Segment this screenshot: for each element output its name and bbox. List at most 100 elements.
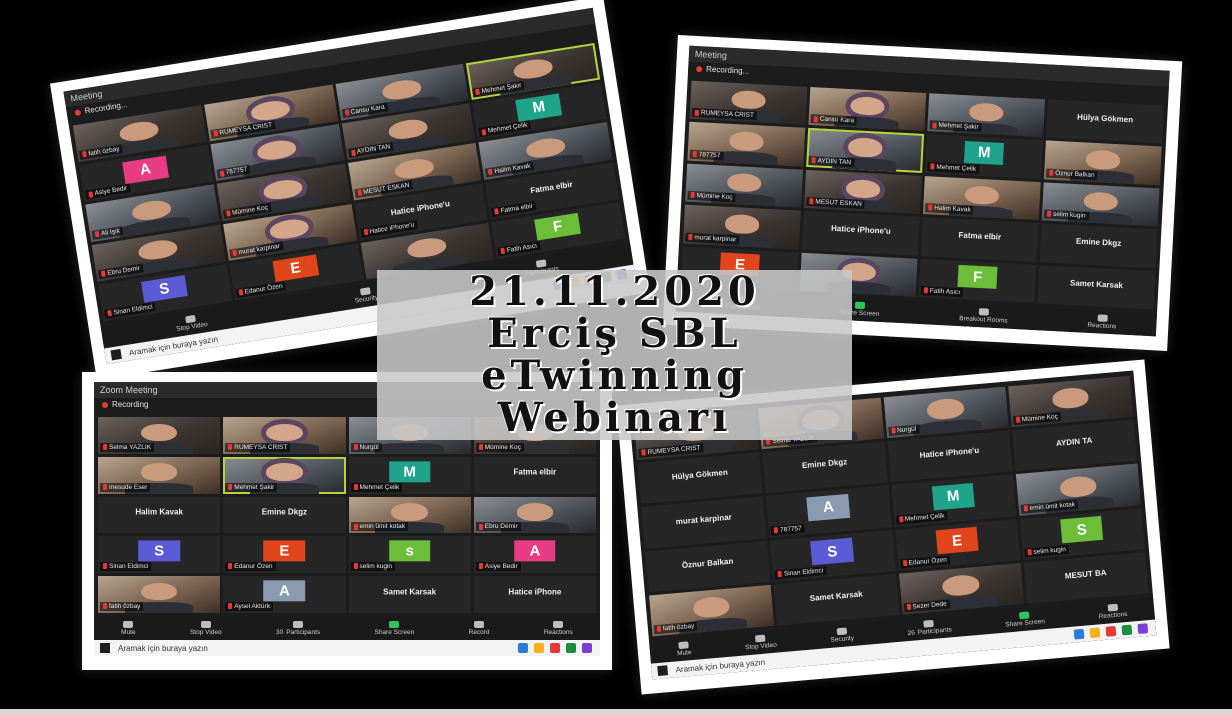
windows-start-icon[interactable] xyxy=(100,643,110,653)
windows-start-icon[interactable] xyxy=(657,665,669,677)
stop-video-button[interactable]: Stop Video xyxy=(190,621,222,637)
participant-name: Halim Kavak xyxy=(934,204,971,214)
taskbar-app-icon[interactable] xyxy=(1105,625,1117,637)
participant-tile[interactable]: murat karpinar xyxy=(641,496,767,549)
participant-tile[interactable]: S Sinan Eldimci xyxy=(769,529,896,582)
participant-center-name: MESUT BA xyxy=(1064,568,1107,581)
participant-tile[interactable]: F Fatih Asıcı xyxy=(918,258,1037,304)
reactions-icon xyxy=(1107,603,1118,612)
participant-tile[interactable]: Mümine Koç xyxy=(1007,375,1134,428)
participant-tile[interactable]: Selma YAZLIK xyxy=(98,417,221,454)
participant-tile[interactable]: M Mehmet Çelik xyxy=(925,134,1043,179)
toolbar-label: Security xyxy=(830,634,855,644)
participant-tile[interactable]: 787757 xyxy=(687,122,806,167)
participant-tile[interactable]: s selim kugin xyxy=(348,536,471,574)
participant-tile[interactable]: Hatice iPhone xyxy=(473,576,596,613)
participant-tile[interactable]: MESUT ESKAN xyxy=(804,169,922,215)
participant-tile[interactable]: fatih özbay xyxy=(649,584,775,637)
taskbar-app-icon[interactable] xyxy=(534,643,544,653)
participant-tile[interactable]: M Mehmet Çelik xyxy=(890,474,1017,527)
participant-tile[interactable]: Halim Kavak xyxy=(922,175,1041,221)
participant-tile[interactable]: Halim Kavak xyxy=(98,496,221,534)
participant-name-tag: Mehmet Şakir xyxy=(225,482,278,492)
participant-tile[interactable]: Cansu Kara xyxy=(808,86,927,132)
participant-video-face xyxy=(1085,149,1121,171)
record-button[interactable]: Record xyxy=(469,621,490,637)
participants-button[interactable]: 30 Participants xyxy=(276,621,320,637)
mute-button[interactable]: Mute xyxy=(676,641,692,658)
participant-tile[interactable]: Sselim kugin xyxy=(1019,507,1145,560)
reactions-button[interactable]: Reactions xyxy=(544,621,573,637)
participant-tile[interactable]: Fatma elbir xyxy=(473,456,596,494)
participant-tile[interactable]: Emine Dkgz xyxy=(1039,223,1158,268)
participant-tile[interactable]: Samet Karsak xyxy=(1037,264,1156,310)
participant-tile[interactable]: murat karpinar xyxy=(683,204,801,250)
muted-mic-icon xyxy=(107,310,113,317)
reactions-button[interactable]: Reactions xyxy=(1098,603,1128,621)
participant-name: Mehmet Şakir xyxy=(234,483,275,491)
share-screen-button[interactable]: Share Screen xyxy=(374,621,414,637)
participant-tile[interactable]: mesude Eser xyxy=(98,456,221,494)
participant-tile[interactable]: Fatma elbir xyxy=(920,217,1039,262)
taskbar-app-icon[interactable] xyxy=(1089,627,1101,639)
participant-tile[interactable]: emin ümit kotak xyxy=(1015,463,1142,516)
participant-tile[interactable]: Hülya Gökmen xyxy=(637,452,763,505)
windows-start-icon[interactable] xyxy=(110,348,122,361)
participant-tile[interactable]: emin ümit kotak xyxy=(348,496,471,534)
participant-tile[interactable]: A Aysel Aktürk xyxy=(223,576,346,613)
taskbar-search-box[interactable]: Aramak için buraya yazın xyxy=(675,657,765,674)
mute-button[interactable]: Mute xyxy=(121,621,136,637)
participant-tile[interactable]: A Asiye Bedir xyxy=(473,536,596,574)
taskbar-app-icon[interactable] xyxy=(1121,624,1133,636)
toolbar-label: Record xyxy=(468,629,490,636)
participant-tile[interactable]: Emine Dkgz xyxy=(762,441,888,494)
participants-button[interactable]: 26Participants xyxy=(907,618,952,638)
muted-mic-icon xyxy=(228,483,233,490)
participant-tile[interactable]: Samet Karsak xyxy=(773,573,900,626)
participant-tile[interactable]: E Edanur Özen xyxy=(894,518,1021,571)
stop-video-button[interactable]: Stop Video xyxy=(744,634,777,653)
participant-tile[interactable]: Samet Karsak xyxy=(348,576,471,613)
stop-video-button[interactable]: Stop Video xyxy=(175,313,209,334)
taskbar-app-icon[interactable] xyxy=(566,643,576,653)
participant-tile[interactable]: Mümine Koç xyxy=(685,163,804,208)
participant-tile[interactable]: RUMEYSA CRIST xyxy=(689,80,808,126)
participant-tile[interactable]: Nurgül xyxy=(883,386,1009,439)
participant-tile[interactable]: selim kugin xyxy=(1041,182,1160,227)
taskbar-search-box[interactable]: Aramak için buraya yazın xyxy=(118,644,208,653)
participant-tile[interactable]: A 787757 xyxy=(766,485,892,538)
taskbar-app-icon[interactable] xyxy=(518,643,528,653)
taskbar-app-icon[interactable] xyxy=(1137,623,1149,635)
participant-tile[interactable]: M Mehmet Çelik xyxy=(348,456,471,494)
webinar-caption-card: 21.11.2020 Erciş SBL eTwinning Webinarı xyxy=(377,270,852,440)
participant-tile[interactable]: Hatice iPhone'u xyxy=(887,430,1013,483)
participant-tile[interactable]: Emine Dkgz xyxy=(223,496,346,534)
taskbar-app-icon[interactable] xyxy=(582,643,592,653)
participant-tile[interactable]: Sezer Dede xyxy=(898,562,1024,615)
windows-taskbar: Aramak için buraya yazın xyxy=(94,640,600,656)
breakout-rooms-button[interactable]: Breakout Rooms xyxy=(959,307,1008,326)
participant-tile[interactable]: Mehmet Şakir xyxy=(223,456,346,494)
participant-tile[interactable]: E Edanur Özen xyxy=(223,536,346,574)
security-button[interactable]: Security xyxy=(353,286,379,305)
participant-tile[interactable]: AYDIN TA xyxy=(1011,419,1138,472)
share-screen-button[interactable]: Share Screen xyxy=(1004,610,1045,629)
muted-mic-icon xyxy=(1049,169,1054,176)
participant-tile[interactable]: Öznur Balkan xyxy=(1043,140,1162,186)
participant-tile[interactable]: S Sinan Eldimci xyxy=(98,536,221,574)
participant-tile[interactable]: Öznur Balkan xyxy=(645,540,771,593)
muted-mic-icon xyxy=(238,289,244,296)
participant-tile[interactable]: RUMEYSA CRIST xyxy=(223,417,346,454)
taskbar-app-icon[interactable] xyxy=(550,643,560,653)
participant-tile[interactable]: Hülya Gökmen xyxy=(1046,99,1164,144)
taskbar-app-icon[interactable] xyxy=(1073,628,1085,640)
participant-tile[interactable]: Hatice iPhone'u xyxy=(801,211,920,256)
participant-tile[interactable]: Mehmet Şakir xyxy=(927,93,1046,138)
toolbar-label: Participants xyxy=(917,626,952,637)
participant-tile[interactable]: fatih özbay xyxy=(98,576,221,613)
reactions-button[interactable]: Reactions xyxy=(1087,314,1117,331)
participant-tile[interactable]: AYDIN TAN xyxy=(806,128,925,173)
participant-tile[interactable]: MESUT BA xyxy=(1023,551,1149,604)
participant-tile[interactable]: Ebru Demir xyxy=(473,496,596,534)
security-button[interactable]: Security xyxy=(830,627,855,645)
